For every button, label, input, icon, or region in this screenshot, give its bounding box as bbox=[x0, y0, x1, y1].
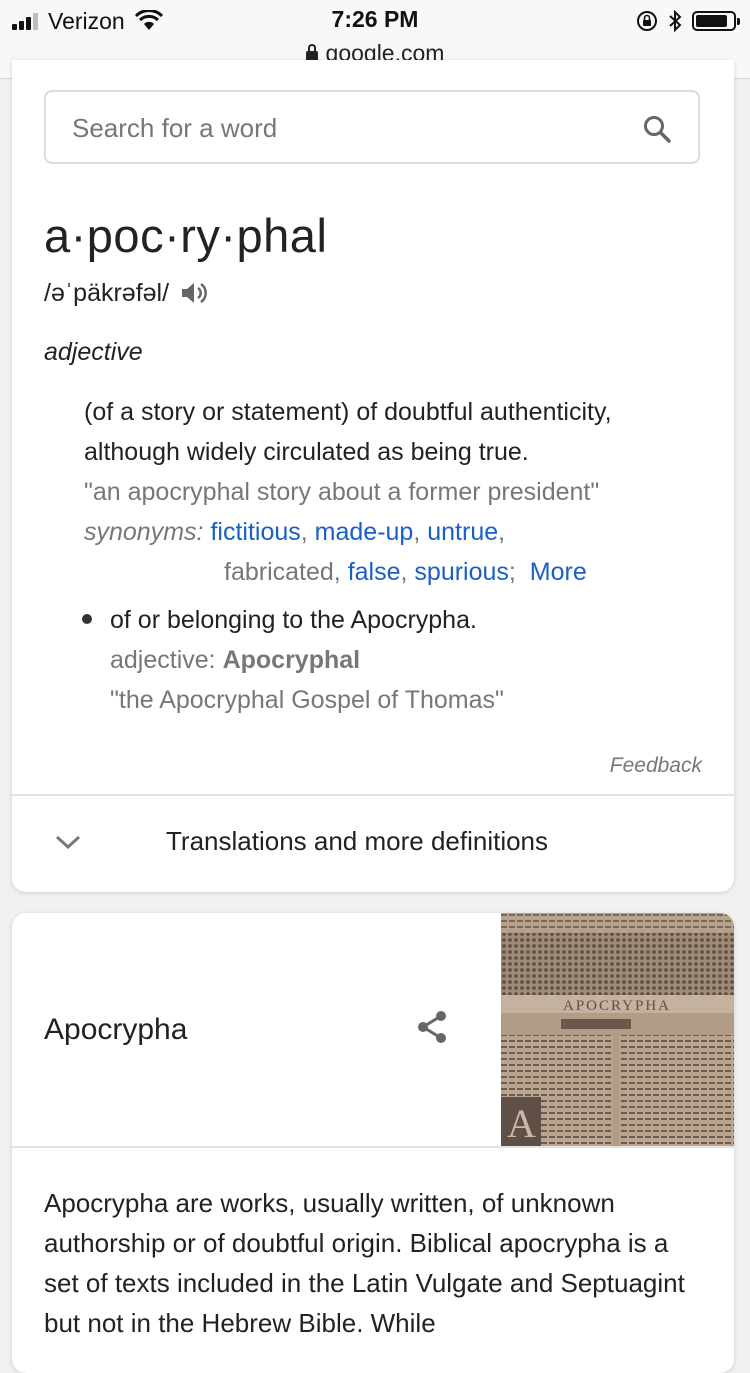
form-label: adjective: bbox=[110, 646, 216, 674]
chevron-down-icon bbox=[55, 835, 81, 850]
headword: a·poc·ry·phal bbox=[44, 209, 328, 262]
form-value: Apocryphal bbox=[222, 646, 361, 674]
synonyms-label: synonyms: bbox=[84, 518, 204, 546]
definition-1: (of a story or statement) of doubtful au… bbox=[84, 398, 612, 466]
svg-text:A: A bbox=[507, 1101, 536, 1146]
battery-level bbox=[696, 15, 727, 27]
feedback-link[interactable]: Feedback bbox=[610, 754, 702, 778]
search-icon[interactable] bbox=[642, 114, 672, 144]
more-definitions-label: Translations and more definitions bbox=[166, 826, 549, 856]
share-icon[interactable] bbox=[414, 1009, 450, 1045]
definition-2: of or belonging to the Apocrypha. bbox=[110, 606, 477, 634]
status-right bbox=[636, 6, 740, 36]
rotation-lock-icon bbox=[637, 11, 657, 31]
knowledge-panel-title[interactable]: Apocrypha bbox=[44, 1013, 187, 1047]
synonyms-row-2: fabricated, false, spurious; More bbox=[224, 558, 587, 586]
search-input[interactable] bbox=[70, 102, 614, 154]
part-of-speech: adjective bbox=[44, 338, 143, 366]
battery-icon bbox=[692, 11, 740, 31]
bullet bbox=[82, 614, 92, 624]
synonyms-row: synonyms: fictitious, made-up, untrue, bbox=[84, 518, 506, 546]
knowledge-panel: Apocrypha APOCRYPHA A Apocrypha are work… bbox=[12, 913, 734, 1373]
knowledge-panel-description: Apocrypha are works, usually written, of… bbox=[44, 1188, 685, 1338]
search-box[interactable] bbox=[44, 90, 700, 164]
book-page-image: APOCRYPHA A bbox=[501, 913, 734, 1146]
pronunciation: /əˈpäkrəfəl/ bbox=[44, 278, 209, 308]
pronunciation-text: /əˈpäkrəfəl/ bbox=[44, 278, 170, 307]
image-caption: APOCRYPHA bbox=[563, 998, 671, 1014]
definition-2-form: adjective: Apocryphal bbox=[110, 640, 360, 680]
definition-2-example: "the Apocryphal Gospel of Thomas" bbox=[110, 686, 504, 714]
divider bbox=[12, 1146, 734, 1148]
bluetooth-icon bbox=[669, 10, 682, 32]
definition-1-example: "an apocryphal story about a former pres… bbox=[84, 478, 600, 506]
more-synonyms-link[interactable]: More bbox=[530, 558, 587, 586]
synonym-link[interactable]: false bbox=[348, 558, 401, 586]
dictionary-card: a·poc·ry·phal /əˈpäkrəfəl/ adjective (of… bbox=[12, 60, 734, 892]
synonym-text: fabricated bbox=[224, 558, 334, 586]
synonym-link[interactable]: made-up bbox=[315, 518, 414, 546]
more-definitions-button[interactable]: Translations and more definitions bbox=[12, 796, 734, 892]
synonym-link[interactable]: spurious bbox=[414, 558, 509, 586]
apocrypha-book-image[interactable]: APOCRYPHA A bbox=[501, 913, 734, 1146]
synonym-link[interactable]: untrue bbox=[427, 518, 498, 546]
synonym-link[interactable]: fictitious bbox=[210, 518, 300, 546]
speaker-icon[interactable] bbox=[179, 278, 209, 308]
